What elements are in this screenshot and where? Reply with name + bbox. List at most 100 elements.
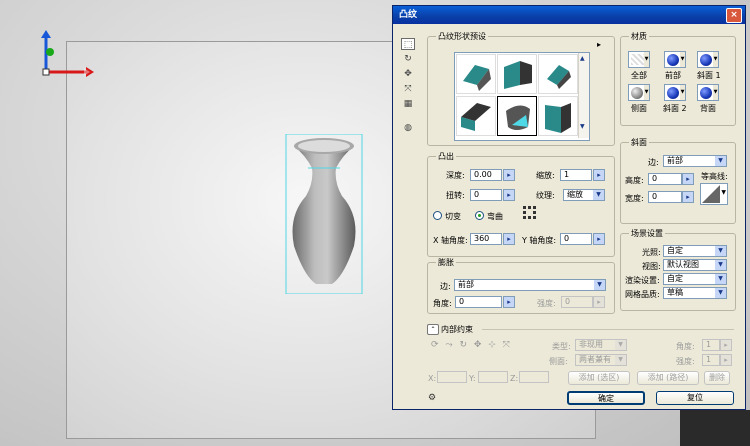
close-button[interactable]: × [726, 8, 742, 23]
scale-label: 缩放: [536, 171, 555, 180]
scene-group-title: 场景设置 [629, 228, 665, 239]
constraint-angle-label: 角度: [676, 342, 695, 351]
bevel-width-label: 宽度: [625, 194, 644, 203]
bevel-height-spinner[interactable]: ▸ [682, 173, 694, 185]
y-angle-spinner[interactable]: ▸ [593, 233, 605, 245]
inflate-angle-spinner[interactable]: ▸ [503, 296, 515, 308]
texture-select[interactable]: 缩放 ▼ [563, 189, 605, 201]
material-all-label: 全部 [631, 71, 647, 80]
material-bevel1-label: 斜面 1 [697, 71, 721, 80]
panel-edge [680, 410, 750, 446]
preset-thumb[interactable] [538, 54, 578, 94]
tool-select-icon[interactable]: ⬚ [401, 38, 415, 50]
material-bevel2-swatch[interactable]: ▼ [664, 84, 686, 101]
preset-thumb[interactable] [538, 96, 578, 136]
twist-spinner[interactable]: ▸ [503, 189, 515, 201]
add-selection-button[interactable]: 添加 (选区) [568, 371, 630, 385]
material-side-label: 侧面 [631, 104, 647, 113]
bevel-height-input[interactable]: 0 [648, 173, 682, 185]
bevel-contour-label: 等高线: [701, 172, 728, 181]
bevel-side-label: 边: [648, 158, 659, 167]
depth-input[interactable]: 0.00 [470, 169, 502, 181]
twist-input[interactable]: 0 [470, 189, 502, 201]
y-coord-label: Y: [469, 374, 476, 383]
inflate-side-select[interactable]: 前部 ▼ [454, 279, 606, 291]
reset-button[interactable]: 复位 [656, 391, 734, 405]
inflate-strength-spinner[interactable]: ▸ [593, 296, 605, 308]
ok-button[interactable]: 确定 [567, 391, 645, 405]
preset-scrollbar[interactable]: ▲ ▼ [578, 53, 589, 138]
axis-gizmo[interactable] [36, 28, 106, 90]
preset-thumb[interactable] [497, 54, 537, 94]
constraint-type-label: 类型: [552, 342, 571, 351]
x-angle-spinner[interactable]: ▸ [503, 233, 515, 245]
radio-cut-label: 切变 [445, 212, 461, 221]
vase-3d-object[interactable] [284, 133, 364, 296]
tool-lights-icon[interactable]: ▦ [401, 98, 415, 110]
depth-spinner[interactable]: ▸ [503, 169, 515, 181]
material-front-swatch[interactable]: ▼ [664, 51, 686, 68]
constraint-tools-icons[interactable]: ⟳ ⤳ ↻ ✥ ⊹ ⤧ [431, 340, 512, 350]
dialog-title: 凸纹 [399, 10, 418, 20]
material-side-swatch[interactable]: ▼ [628, 84, 650, 101]
inflate-strength-input[interactable]: 0 [561, 296, 593, 308]
preset-thumb-selected[interactable] [497, 96, 537, 136]
grid-options-icon[interactable] [523, 206, 537, 222]
material-bevel2-label: 斜面 2 [663, 104, 687, 113]
bevel-group-title: 斜面 [629, 137, 649, 148]
radio-bend[interactable] [475, 211, 484, 220]
constraint-side-select[interactable]: 两者兼有 ▼ [575, 354, 627, 366]
constraint-angle-spinner[interactable]: ▸ [720, 339, 732, 351]
delete-constraint-button[interactable]: 删除 [704, 371, 730, 385]
constraint-side-label: 侧面: [549, 357, 568, 366]
bevel-side-select[interactable]: 前部 ▼ [663, 155, 727, 167]
material-all-swatch[interactable]: ▼ [628, 51, 650, 68]
inflate-strength-label: 强度: [537, 299, 556, 308]
texture-label: 纹理: [536, 191, 555, 200]
twist-label: 扭转: [446, 191, 465, 200]
bevel-width-spinner[interactable]: ▸ [682, 191, 694, 203]
constraint-strength-spinner[interactable]: ▸ [720, 354, 732, 366]
render-settings-select[interactable]: 自定 ▼ [663, 273, 727, 285]
constraints-collapse-icon[interactable]: ⌃ [427, 324, 439, 335]
scale-spinner[interactable]: ▸ [593, 169, 605, 181]
material-back-swatch[interactable]: ▼ [697, 84, 719, 101]
constraint-strength-input[interactable]: 1 [702, 354, 720, 366]
add-path-button[interactable]: 添加 (路径) [637, 371, 699, 385]
preset-gallery[interactable]: ▲ ▼ [454, 52, 590, 141]
preset-menu-icon[interactable]: ▸ [597, 40, 601, 49]
bevel-contour-picker[interactable]: ▼ [700, 183, 728, 205]
tool-rotate-icon[interactable]: ↻ [401, 53, 415, 65]
x-angle-label: X 轴角度: [433, 236, 468, 245]
y-angle-input[interactable]: 0 [560, 233, 592, 245]
y-coord-input[interactable] [478, 371, 508, 383]
tool-camera-icon[interactable]: ◍ [401, 122, 415, 134]
preset-group-title: 凸纹形状预设 [436, 31, 488, 42]
dialog-titlebar[interactable]: 凸纹 × [393, 6, 745, 24]
preset-thumb[interactable] [456, 96, 496, 136]
preset-thumb[interactable] [456, 54, 496, 94]
radio-cut[interactable] [433, 211, 442, 220]
x-coord-input[interactable] [437, 371, 467, 383]
inflate-angle-label: 角度: [433, 299, 452, 308]
constraint-angle-input[interactable]: 1 [702, 339, 720, 351]
constraint-type-select[interactable]: 非现用 ▼ [575, 339, 627, 351]
material-back-label: 背面 [700, 104, 716, 113]
mesh-quality-select[interactable]: 草稿 ▼ [663, 287, 727, 299]
inflate-group-title: 膨胀 [436, 257, 456, 268]
lighting-select[interactable]: 自定 ▼ [663, 245, 727, 257]
inflate-side-label: 边: [440, 282, 451, 291]
inflate-angle-input[interactable]: 0 [455, 296, 502, 308]
mesh-quality-label: 网格品质: [625, 290, 660, 299]
bevel-width-input[interactable]: 0 [648, 191, 682, 203]
material-bevel1-swatch[interactable]: ▼ [697, 51, 719, 68]
scale-input[interactable]: 1 [560, 169, 592, 181]
x-angle-input[interactable]: 360 [470, 233, 502, 245]
z-coord-input[interactable] [519, 371, 549, 383]
tool-scale-icon[interactable]: ⤧ [401, 83, 415, 95]
materials-group-title: 材质 [629, 31, 649, 42]
material-front-label: 前部 [665, 71, 681, 80]
preview-toggle-icon[interactable]: ⚙ [428, 393, 436, 403]
tool-move-icon[interactable]: ✥ [401, 68, 415, 80]
view-select[interactable]: 默认视图 ▼ [663, 259, 727, 271]
